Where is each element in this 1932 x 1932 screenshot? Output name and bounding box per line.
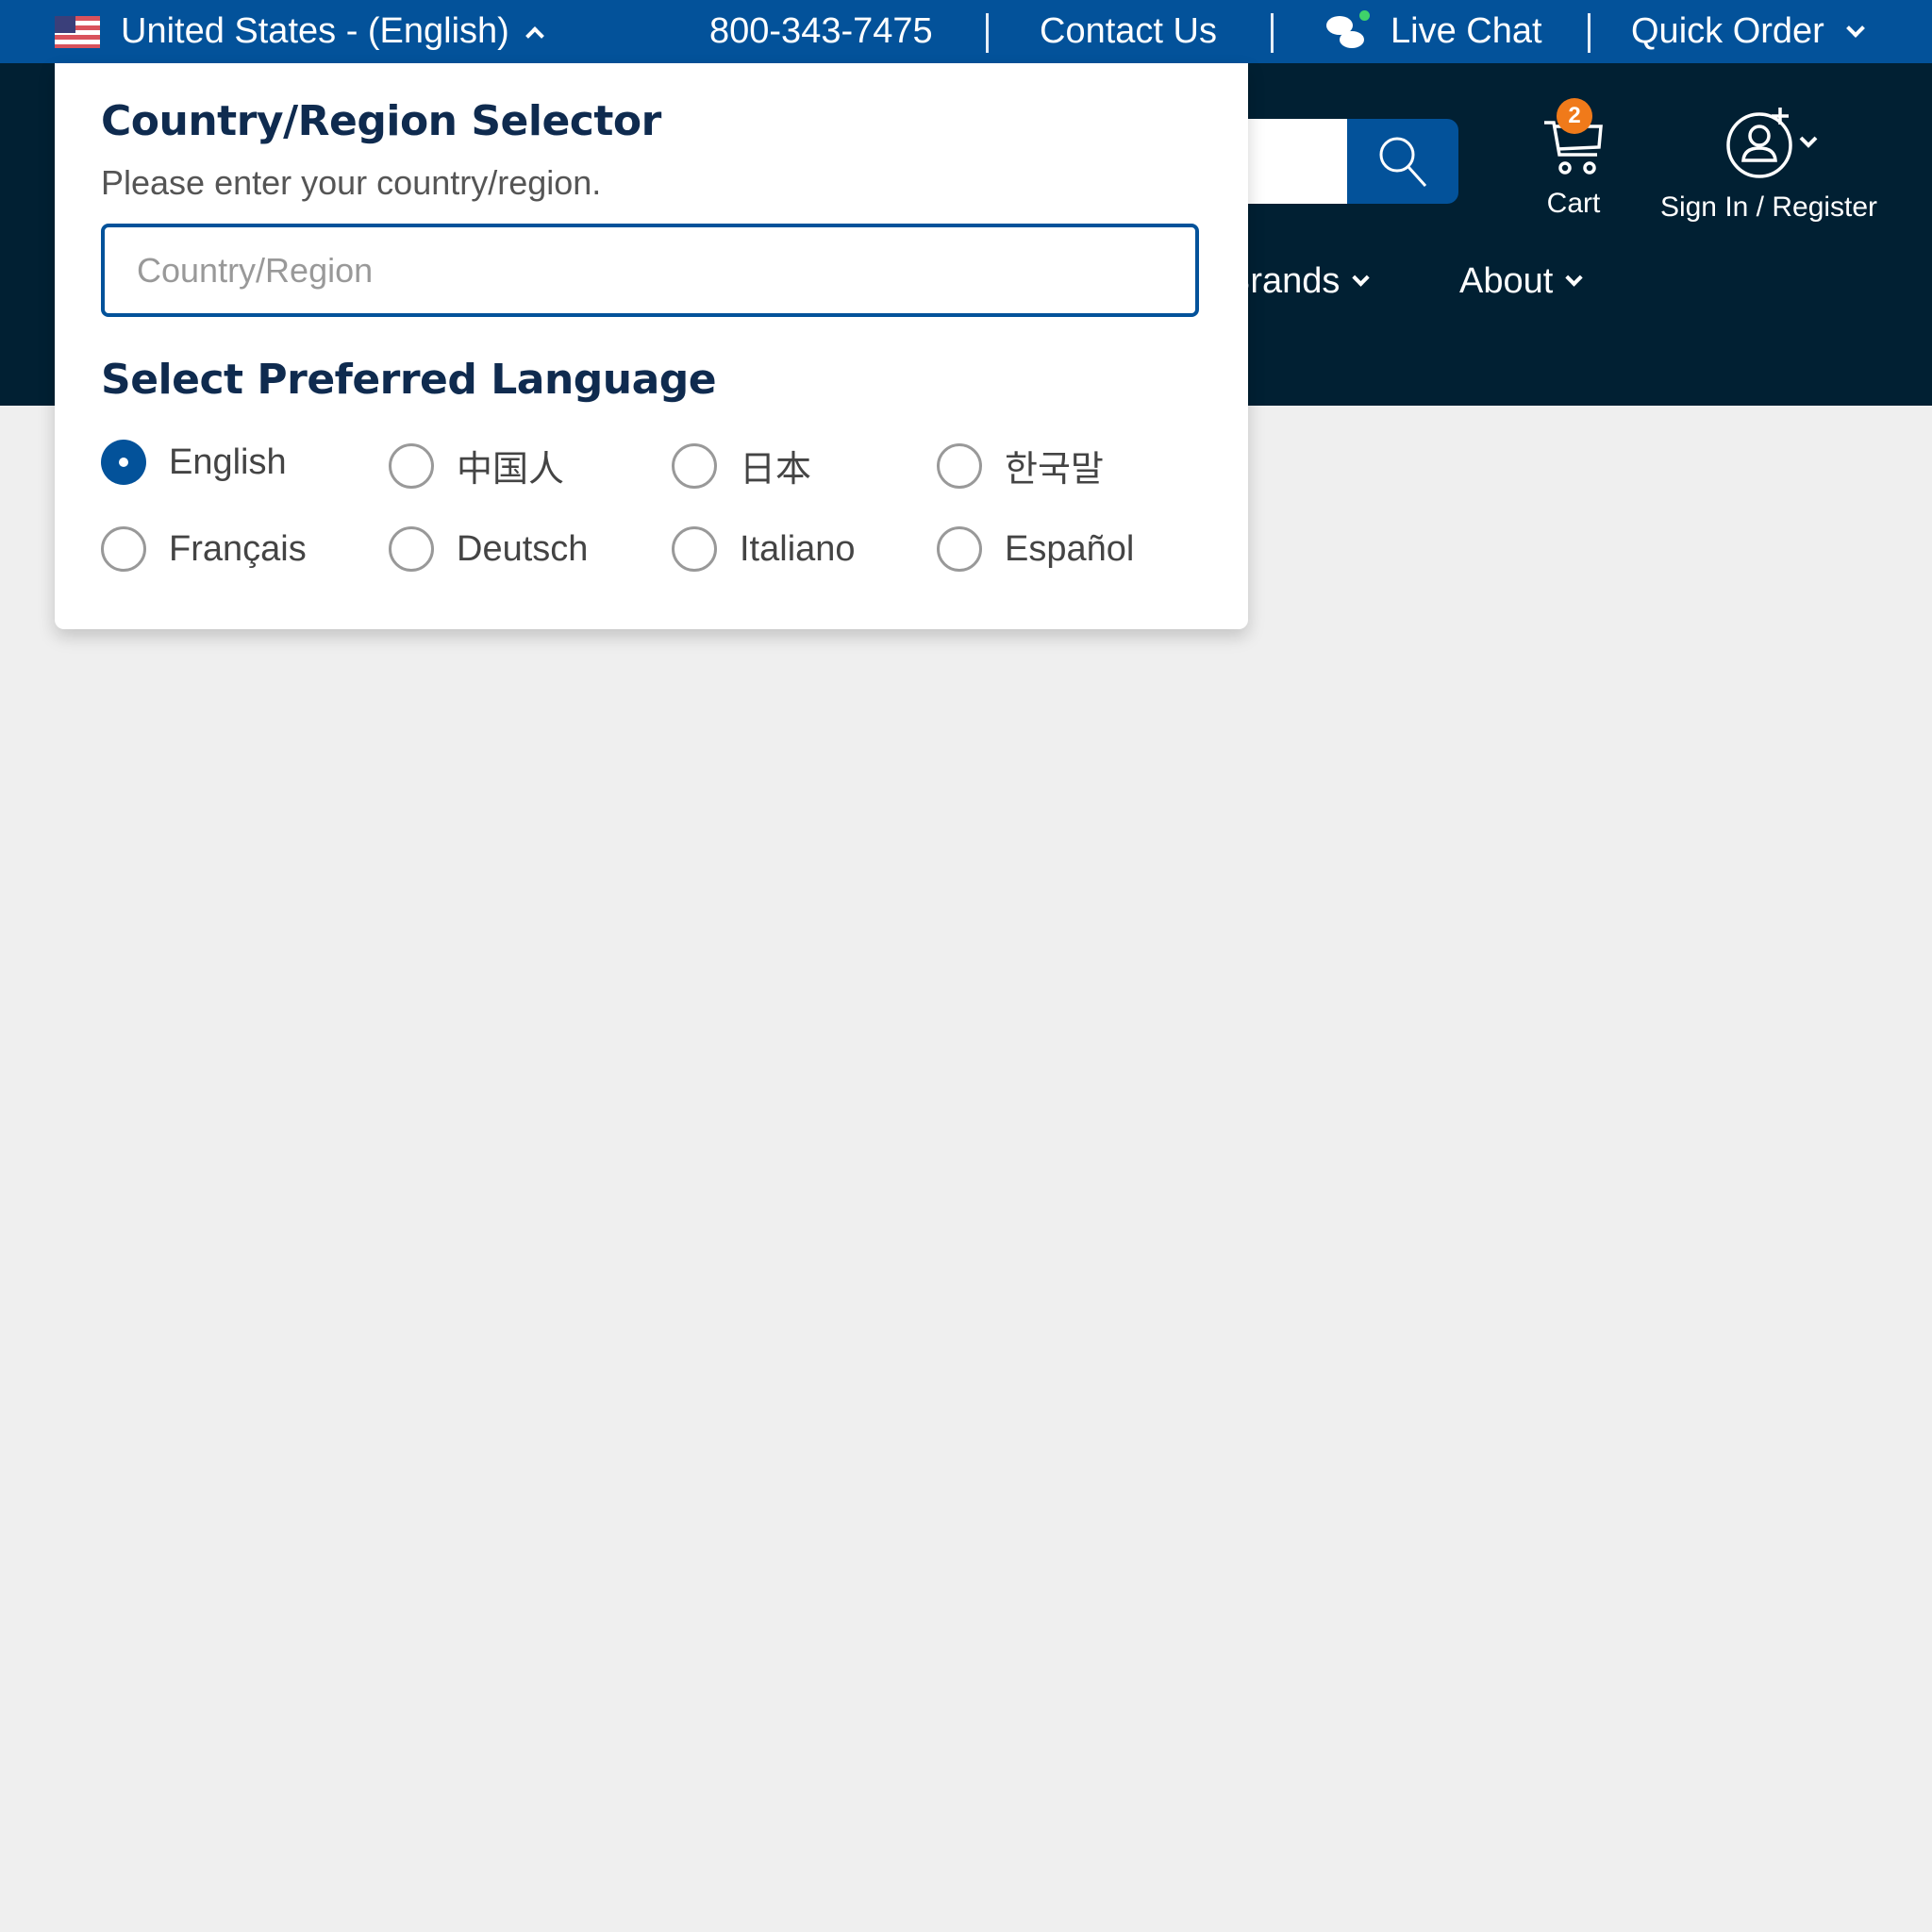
cart-label: Cart — [1546, 188, 1601, 219]
popup-title: Country/Region Selector — [101, 97, 661, 145]
chevron-down-icon — [1845, 18, 1865, 38]
utility-bar: United States - (English) 800-343-7475 C… — [0, 0, 1932, 63]
radio-unchecked[interactable] — [937, 526, 982, 572]
separator — [1588, 13, 1591, 53]
chat-bubbles-icon — [1326, 9, 1372, 54]
language-label: 日本 — [740, 450, 812, 490]
live-chat-link[interactable]: Live Chat — [1326, 0, 1542, 63]
locale-label: United States - (English) — [121, 11, 509, 51]
cart-button[interactable]: 2 Cart — [1528, 98, 1619, 220]
language-label: Español — [1005, 528, 1135, 569]
radio-checked[interactable] — [101, 440, 146, 485]
language-option[interactable]: 中国人 — [389, 440, 564, 491]
language-option[interactable]: Italiano — [672, 526, 856, 572]
country-region-input[interactable] — [101, 224, 1199, 317]
locale-selector-toggle[interactable]: United States - (English) — [55, 0, 544, 63]
language-label: English — [169, 441, 287, 482]
radio-unchecked[interactable] — [389, 442, 434, 489]
language-label: Deutsch — [457, 528, 589, 569]
language-option[interactable]: Français — [101, 526, 307, 572]
radio-unchecked[interactable] — [937, 442, 982, 489]
radio-unchecked[interactable] — [672, 442, 717, 489]
search-button[interactable] — [1347, 119, 1458, 204]
language-option[interactable]: Español — [937, 526, 1134, 572]
language-label: 한국말 — [1005, 450, 1104, 490]
language-option[interactable]: 日本 — [672, 440, 811, 491]
language-label: Français — [169, 528, 307, 569]
search-icon — [1379, 137, 1427, 188]
contact-us-label: Contact Us — [1040, 11, 1217, 51]
user-add-icon — [1726, 108, 1818, 178]
radio-unchecked[interactable] — [389, 526, 434, 572]
phone-link[interactable]: 800-343-7475 — [709, 0, 933, 63]
language-option[interactable]: Deutsch — [389, 526, 588, 572]
chevron-down-icon — [1352, 269, 1371, 287]
language-option[interactable]: English — [101, 440, 287, 485]
country-region-popup: Country/Region Selector Please enter you… — [55, 63, 1248, 629]
sign-in-register-label: Sign In / Register — [1659, 192, 1878, 223]
phone-number: 800-343-7475 — [709, 11, 933, 51]
chevron-up-icon — [525, 25, 544, 45]
chevron-down-icon — [1565, 269, 1584, 287]
nav-about[interactable]: About — [1459, 261, 1584, 302]
nav-about-label: About — [1459, 261, 1554, 301]
language-option[interactable]: 한국말 — [937, 440, 1104, 491]
cart-count-badge: 2 — [1557, 98, 1592, 134]
radio-unchecked[interactable] — [672, 526, 717, 572]
language-section-title: Select Preferred Language — [101, 356, 717, 404]
language-label: 中国人 — [457, 450, 565, 490]
separator — [1271, 13, 1274, 53]
online-status-dot — [1359, 9, 1370, 21]
live-chat-label: Live Chat — [1391, 11, 1542, 51]
radio-unchecked[interactable] — [101, 526, 146, 572]
contact-us-link[interactable]: Contact Us — [1040, 0, 1217, 63]
quick-order-dropdown[interactable]: Quick Order — [1631, 0, 1865, 63]
sign-in-register-button[interactable]: Sign In / Register — [1651, 106, 1887, 224]
popup-subtitle: Please enter your country/region. — [101, 163, 602, 202]
separator — [986, 13, 989, 53]
us-flag-icon — [55, 15, 100, 48]
language-label: Italiano — [740, 528, 856, 569]
quick-order-label: Quick Order — [1631, 11, 1824, 51]
